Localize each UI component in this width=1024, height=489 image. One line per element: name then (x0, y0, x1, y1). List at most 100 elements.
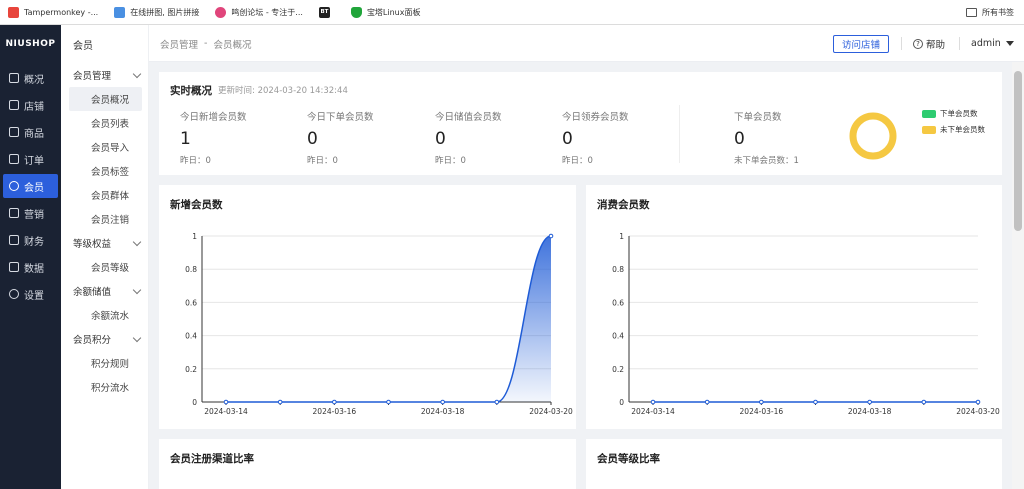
member-submenu: 会员 会员管理 会员概况 会员列表 会员导入 会员标签 会员群体 会员注销 等级… (61, 25, 149, 489)
submenu-item-member-tags[interactable]: 会员标签 (69, 159, 142, 183)
nav-item-overview[interactable]: 概况 (3, 66, 58, 90)
nav-item-marketing[interactable]: 营销 (3, 201, 58, 225)
bookmark-forum[interactable]: 鸣创论坛 - 专注于... (215, 6, 303, 18)
y-tick-label: 0.8 (185, 265, 197, 274)
new-members-chart: 0 0.2 0.4 0.6 0.8 1 2024-03-14 2024-03-16 2024-0… (185, 232, 573, 416)
submenu-item-balance-flow[interactable]: 余额流水 (69, 303, 142, 327)
nav-item-store[interactable]: 店铺 (3, 93, 58, 117)
header-divider (959, 37, 960, 50)
scrollbar-thumb[interactable] (1014, 71, 1022, 231)
stat-value: 1 (180, 129, 191, 149)
stat-divider (679, 105, 680, 163)
stat-coupon-members: 今日领券会员数 0 昨日：0 (562, 109, 629, 166)
bookmark-baota[interactable]: 宝塔Linux面板 (350, 6, 421, 18)
overview-title: 实时概况 (170, 85, 212, 97)
new-members-card: 新增会员数 0 0.2 0.4 0.6 0.8 1 2024-03-14 2024-03-16… (159, 185, 576, 429)
nav-label: 店铺 (24, 101, 44, 113)
nav-label: 数据 (24, 263, 44, 275)
chevron-down-icon (132, 333, 142, 342)
channel-ratio-title: 会员注册渠道比率 (170, 453, 254, 465)
visit-store-button[interactable]: 访问店铺 (833, 35, 889, 53)
group-label: 余额储值 (73, 287, 112, 298)
submenu-item-member-groups[interactable]: 会员群体 (69, 183, 142, 207)
data-point (440, 399, 445, 405)
nav-item-settings[interactable]: 设置 (3, 282, 58, 306)
settings-icon (9, 289, 19, 299)
breadcrumb-item[interactable]: 会员管理 (160, 37, 198, 51)
stat-yesterday: 昨日：0 (307, 156, 338, 166)
update-time-value: 2024-03-20 14:32:44 (257, 86, 348, 96)
bookmark-puzzle[interactable]: 在线拼图, 图片拼接 (114, 6, 199, 18)
help-button[interactable]: ? 帮助 (913, 25, 945, 62)
y-tick-label: 0.4 (185, 332, 197, 341)
submenu-group-balance[interactable]: 余额储值 (61, 279, 148, 303)
submenu-group-points[interactable]: 会员积分 (61, 327, 148, 351)
overview-card: 实时概况 更新时间: 2024-03-20 14:32:44 今日新增会员数 1… (159, 72, 1002, 175)
stat-yesterday: 昨日：0 (562, 156, 593, 166)
stat-yesterday: 昨日：0 (180, 156, 211, 166)
submenu-item-member-import[interactable]: 会员导入 (69, 135, 142, 159)
submenu-item-member-cancel[interactable]: 会员注销 (69, 207, 142, 231)
nav-label: 财务 (24, 236, 44, 248)
user-menu[interactable]: admin (971, 25, 1014, 62)
stat-value: 0 (435, 129, 446, 149)
nav-label: 概况 (24, 74, 44, 86)
caret-down-icon (1005, 41, 1014, 46)
stat-label: 今日下单会员数 (307, 112, 374, 123)
bookmarks-bar: Tampermonkey -... 在线拼图, 图片拼接 鸣创论坛 - 专注于.… (0, 0, 1024, 25)
spend-members-chart: 0 0.2 0.4 0.6 0.8 1 2024-03-14 2024-03-16 2024-0… (612, 232, 1000, 416)
all-bookmarks-label: 所有书签 (982, 8, 1014, 17)
logo: NIUSHOP (5, 39, 56, 49)
x-tick-label: 2024-03-14 (204, 407, 248, 416)
marketing-icon (9, 208, 19, 218)
level-ratio-card: 会员等级比率 (586, 439, 1002, 489)
submenu-item-member-level[interactable]: 会员等级 (69, 255, 142, 279)
stat-value: 0 (307, 129, 318, 149)
data-point (494, 399, 500, 405)
tampermonkey-icon (8, 6, 19, 18)
nav-item-goods[interactable]: 商品 (3, 120, 58, 144)
x-tick-label: 2024-03-18 (848, 407, 892, 416)
bookmark-tampermonkey[interactable]: Tampermonkey -... (8, 6, 98, 18)
legend-swatch (922, 125, 936, 134)
data-icon (9, 262, 19, 272)
submenu-item-member-overview[interactable]: 会员概况 (69, 87, 142, 111)
goods-icon (9, 127, 19, 137)
submenu-item-points-rules[interactable]: 积分规则 (69, 351, 142, 375)
submenu-item-points-flow[interactable]: 积分流水 (69, 375, 142, 399)
stat-label: 今日新增会员数 (180, 112, 247, 123)
nav-label: 设置 (24, 290, 44, 302)
group-label: 等级权益 (73, 239, 112, 250)
bookmark-bt[interactable]: BT (318, 6, 335, 18)
data-point (975, 399, 981, 405)
data-point (223, 399, 229, 405)
legend-swatch (922, 109, 936, 118)
y-tick-label: 0.2 (185, 365, 197, 374)
data-point (548, 233, 554, 239)
y-tick-label: 0.2 (612, 365, 624, 374)
dashboard-icon (9, 73, 19, 83)
legend-not-ordered: 未下单会员数 (922, 124, 985, 135)
nav-item-data[interactable]: 数据 (3, 255, 58, 279)
breadcrumb: 会员管理 - 会员概况 (160, 25, 251, 62)
stat-ordered-members: 下单会员数 0 未下单会员数：1 (734, 109, 799, 166)
stat-value: 0 (562, 129, 573, 149)
submenu-item-member-list[interactable]: 会员列表 (69, 111, 142, 135)
username: admin (971, 38, 1001, 49)
x-tick-label: 2024-03-16 (740, 407, 784, 416)
y-tick-label: 0 (619, 398, 624, 407)
submenu-group-member-mgmt[interactable]: 会员管理 (61, 63, 148, 87)
nav-label: 订单 (24, 155, 44, 167)
data-point (650, 399, 656, 405)
y-tick-label: 1 (192, 232, 197, 241)
nav-item-order[interactable]: 订单 (3, 147, 58, 171)
stat-not-ordered: 未下单会员数：1 (734, 156, 799, 166)
finance-icon (9, 235, 19, 245)
y-tick-label: 0.8 (612, 265, 624, 274)
nav-item-finance[interactable]: 财务 (3, 228, 58, 252)
page-scrollbar[interactable] (1012, 62, 1024, 489)
y-tick-label: 0.4 (612, 332, 624, 341)
all-bookmarks[interactable]: 所有书签 (966, 0, 1014, 25)
nav-item-member[interactable]: 会员 (3, 174, 58, 198)
submenu-group-level[interactable]: 等级权益 (61, 231, 148, 255)
